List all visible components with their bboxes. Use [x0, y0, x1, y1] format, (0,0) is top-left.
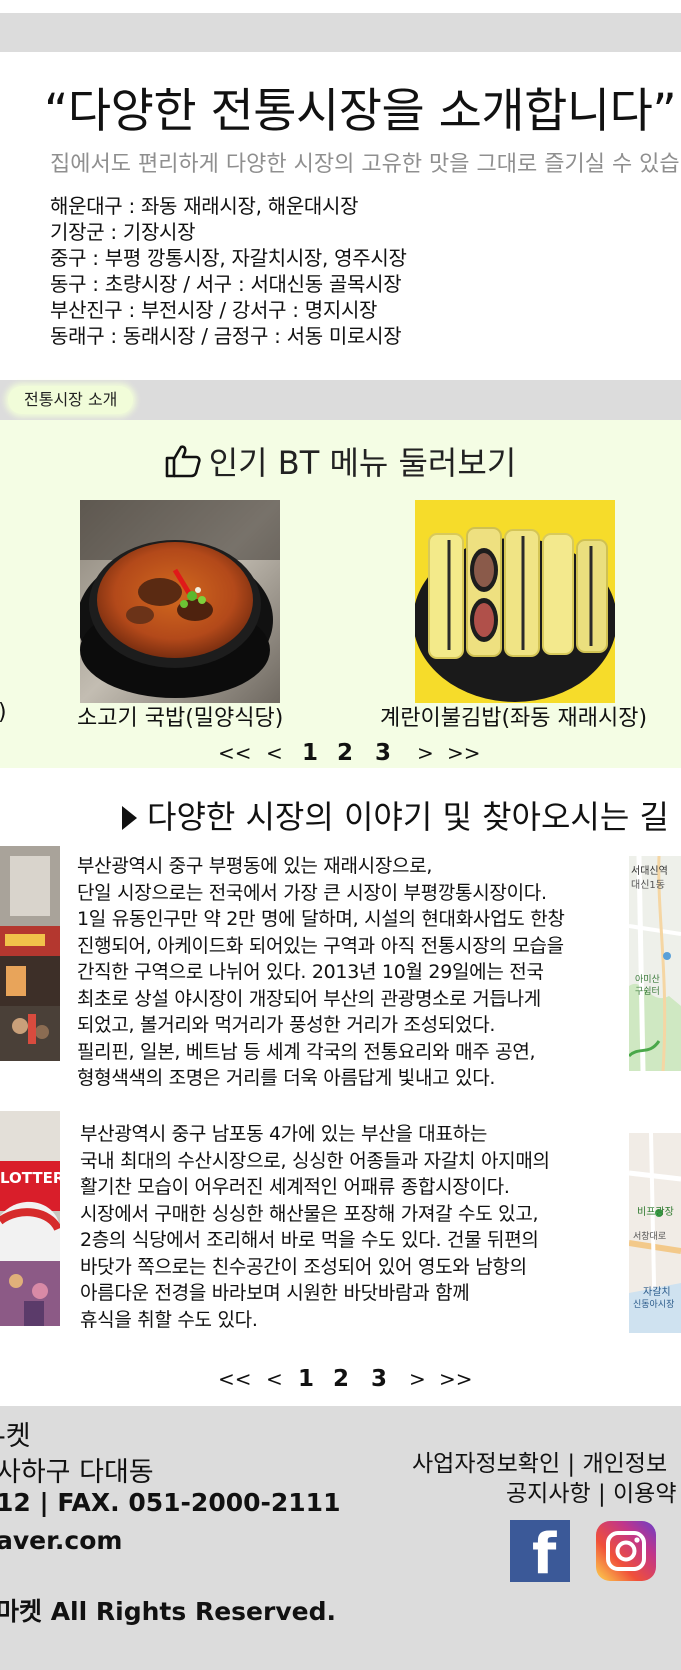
- instagram-icon[interactable]: [596, 1520, 656, 1582]
- facebook-icon[interactable]: f: [510, 1520, 570, 1586]
- footer-links-row-2[interactable]: 공지사항 | 이용약: [506, 1474, 677, 1508]
- map-label: 대신1동: [631, 880, 665, 891]
- popular-menu-section: 인기 BT 메뉴 둘러보기 소고기 국밥(밀양식당) 계란이불김밥(좌동 재래시…: [0, 420, 681, 768]
- market-line: 동구 : 초량시장 / 서구 : 서대신동 골목시장: [50, 272, 402, 296]
- story-line: 아름다운 전경을 바라보며 시원한 바닷바람과 함께: [80, 1282, 470, 1304]
- story-line: 1일 유동인구만 약 2만 명에 달하며, 시설의 현대화사업도 한창: [77, 908, 565, 930]
- story-2-photo[interactable]: LOTTER: [0, 1111, 60, 1326]
- popular-title-text: 인기 BT 메뉴 둘러보기: [208, 444, 517, 482]
- story-line: 국내 최대의 수산시장으로, 싱싱한 어종들과 자갈치 아지매의: [80, 1149, 550, 1172]
- page-1-button[interactable]: 1: [300, 740, 320, 766]
- map-label: 서창대로: [633, 1232, 667, 1242]
- story-2-map[interactable]: 비프광장 서창대로 자갈치 신동아시장: [629, 1133, 681, 1348]
- next-page-button[interactable]: >: [409, 1367, 426, 1391]
- intro-subtitle: 집에서도 편리하게 다양한 시장의 고유한 맛을 그대로 즐기실 수 있습니다: [50, 152, 681, 177]
- gukbap-image[interactable]: [80, 500, 280, 703]
- intro-section: “다양한 전통시장을 소개합니다” 집에서도 편리하게 다양한 시장의 고유한 …: [0, 52, 681, 380]
- lotte-sign: LOTTER: [0, 1169, 60, 1187]
- story-line: 바닷가 쪽으로는 친수공간이 조성되어 있어 영도와 남항의: [80, 1255, 527, 1278]
- map-label: 비프광장: [637, 1207, 674, 1218]
- section-label-band: 전통시장 소개: [0, 380, 681, 420]
- popular-pager: << < 1 2 3 > >>: [218, 740, 481, 766]
- story-line: 필리핀, 일본, 베트남 등 세계 각국의 전통요리와 매주 공연,: [77, 1040, 536, 1063]
- page-2-button[interactable]: 2: [331, 1366, 351, 1392]
- play-triangle-icon: [122, 806, 137, 830]
- map-label: 구쉼터: [635, 987, 660, 997]
- prev-page-button[interactable]: <: [266, 1367, 283, 1391]
- first-page-button[interactable]: <<: [218, 1367, 252, 1391]
- market-line: 기장군 : 기장시장: [50, 220, 196, 244]
- facebook-f-glyph: f: [532, 1522, 557, 1587]
- prev-page-button[interactable]: <: [266, 741, 283, 765]
- story-1-text: 부산광역시 중구 부평동에 있는 재래시장으로, 단일 시장으로는 전국에서 가…: [77, 853, 565, 1092]
- stories-pager: << < 1 2 3 > >>: [218, 1366, 473, 1392]
- footer: -켓 사하구 다대동 12 | FAX. 051-2000-2111 aver.…: [0, 1406, 681, 1670]
- story-line: 진행되어, 아케이드화 되어있는 구역과 아직 전통시장의 모습을: [77, 934, 564, 957]
- story-line: 형형색색의 조명은 거리를 더욱 아름답게 빛내고 있다.: [77, 1067, 496, 1089]
- story-line: 활기찬 모습이 어우러진 세계적인 어패류 종합시장이다.: [80, 1176, 510, 1198]
- next-page-button[interactable]: >: [417, 741, 434, 765]
- food-caption[interactable]: 소고기 국밥(밀양식당): [77, 700, 283, 732]
- market-list: 해운대구 : 좌동 재래시장, 해운대시장 기장군 : 기장시장 중구 : 부평…: [50, 193, 407, 349]
- story-line: 시장에서 구매한 싱싱한 해산물은 포장해 가져갈 수도 있고,: [80, 1202, 539, 1225]
- footer-copyright: 마켓 All Rights Reserved.: [0, 1597, 336, 1626]
- stories-section: 다양한 시장의 이야기 및 찾아오시는 길 부산광역시 중구 부평동에 있는 재…: [0, 768, 681, 1406]
- map-label: 신동아시장: [633, 1300, 675, 1310]
- top-band: [0, 13, 681, 52]
- story-line: 부산광역시 중구 부평동에 있는 재래시장으로,: [77, 855, 433, 877]
- footer-email[interactable]: aver.com: [0, 1526, 122, 1555]
- story-line: 부산광역시 중구 남포동 4가에 있는 부산을 대표하는: [80, 1123, 488, 1145]
- food-caption-partial: ): [0, 700, 7, 725]
- thumbs-up-icon: [165, 445, 201, 478]
- page-1-button[interactable]: 1: [296, 1366, 316, 1392]
- egg-gimbap-image[interactable]: [415, 500, 615, 703]
- popular-title: 인기 BT 메뉴 둘러보기: [0, 438, 681, 484]
- story-1-photo[interactable]: [0, 846, 60, 1061]
- story-line: 최초로 상설 야시장이 개장되어 부산의 관광명소로 거듭나게: [77, 987, 541, 1010]
- story-2-text: 부산광역시 중구 남포동 4가에 있는 부산을 대표하는 국내 최대의 수산시장…: [80, 1121, 550, 1333]
- story-line: 휴식을 취할 수도 있다.: [80, 1308, 258, 1331]
- story-line: 간직한 구역으로 나뉘어 있다. 2013년 10월 29일에는 전국: [77, 961, 544, 983]
- market-line: 동래구 : 동래시장 / 금정구 : 서동 미로시장: [50, 324, 402, 348]
- footer-address: 사하구 다대동: [0, 1457, 154, 1488]
- food-caption[interactable]: 계란이불김밥(좌동 재래시장): [380, 700, 647, 732]
- market-line: 해운대구 : 좌동 재래시장, 해운대시장: [50, 194, 359, 218]
- section-label-tab[interactable]: 전통시장 소개: [8, 386, 134, 414]
- story-line: 2층의 식당에서 조리해서 바로 먹을 수도 있다. 건물 뒤편의: [80, 1229, 539, 1251]
- stories-title-text: 다양한 시장의 이야기 및 찾아오시는 길: [147, 798, 669, 836]
- footer-links-row-1[interactable]: 사업자정보확인 | 개인정보: [412, 1444, 667, 1478]
- intro-title: “다양한 전통시장을 소개합니다”: [44, 84, 677, 139]
- page-3-button[interactable]: 3: [369, 1366, 389, 1392]
- footer-brand: -켓: [0, 1421, 31, 1452]
- last-page-button[interactable]: >>: [447, 741, 481, 765]
- market-line: 중구 : 부평 깡통시장, 자갈치시장, 영주시장: [50, 246, 407, 270]
- page-2-button[interactable]: 2: [335, 740, 355, 766]
- story-line: 단일 시장으로는 전국에서 가장 큰 시장이 부평깡통시장이다.: [77, 881, 547, 904]
- last-page-button[interactable]: >>: [439, 1367, 473, 1391]
- page-3-button[interactable]: 3: [373, 740, 393, 766]
- stories-title: 다양한 시장의 이야기 및 찾아오시는 길: [122, 792, 669, 838]
- footer-phone: 12 | FAX. 051-2000-2111: [0, 1488, 341, 1517]
- first-page-button[interactable]: <<: [218, 741, 252, 765]
- story-line: 되었고, 볼거리와 먹거리가 풍성한 거리가 조성되었다.: [77, 1014, 496, 1036]
- market-line: 부산진구 : 부전시장 / 강서구 : 명지시장: [50, 298, 378, 322]
- map-label: 자갈치: [643, 1287, 671, 1298]
- story-1-map[interactable]: 서대신역 대신1동 아미산 구쉼터: [629, 856, 681, 1071]
- map-label: 서대신역: [631, 866, 668, 877]
